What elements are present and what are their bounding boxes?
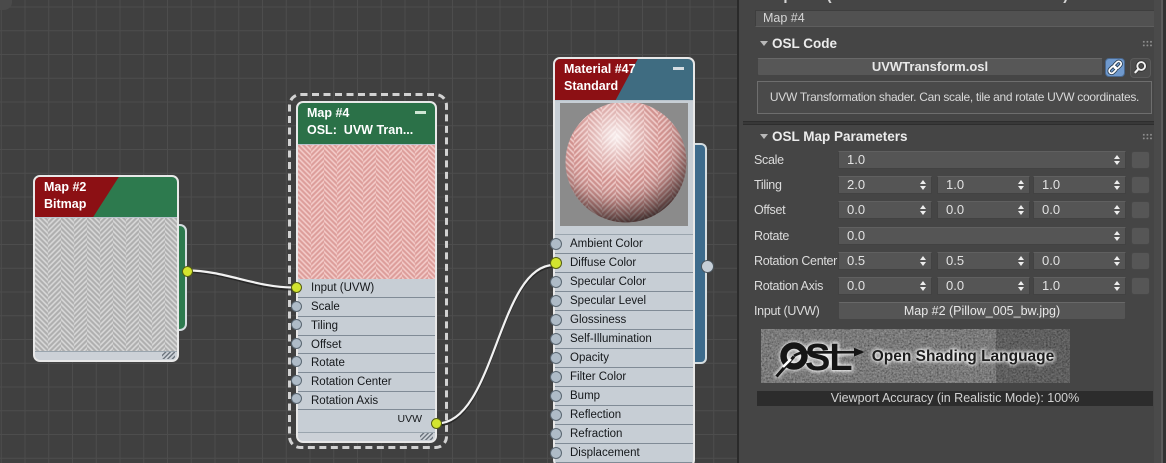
- svg-text:Open Shading Language: Open Shading Language: [872, 348, 1055, 365]
- svg-text:SL: SL: [805, 337, 852, 379]
